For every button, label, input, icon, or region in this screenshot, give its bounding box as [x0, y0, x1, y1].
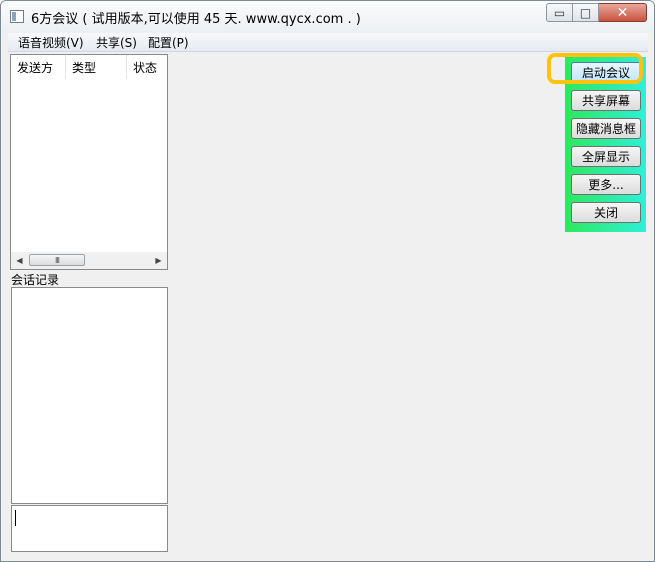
menu-audio-video[interactable]: 语音视频(V) — [18, 34, 84, 51]
maximize-button[interactable]: □ — [573, 3, 599, 22]
close-window-button[interactable]: ✕ — [599, 3, 647, 22]
action-button-panel: 启动会议 共享屏幕 隐藏消息框 全屏显示 更多... 关闭 — [547, 53, 646, 232]
scroll-right-icon[interactable]: ▶ — [150, 252, 167, 269]
maximize-icon: □ — [579, 5, 592, 20]
message-input[interactable] — [11, 505, 168, 552]
horizontal-scrollbar[interactable]: ◀ III ▶ — [11, 252, 167, 269]
window-title: 6方会议 ( 试用版本,可以使用 45 天. www.qycx.com . ) — [31, 12, 361, 27]
column-status[interactable]: 状态 — [127, 55, 167, 79]
hide-message-box-button[interactable]: 隐藏消息框 — [571, 118, 641, 139]
start-meeting-highlight — [547, 53, 643, 84]
caption-buttons: ▭ □ ✕ — [546, 3, 647, 23]
share-screen-button[interactable]: 共享屏幕 — [571, 90, 641, 111]
scroll-thumb[interactable]: III — [29, 254, 85, 266]
column-type[interactable]: 类型 — [66, 55, 127, 79]
menu-bar: 语音视频(V) 共享(S) 配置(P) — [8, 33, 648, 52]
more-button[interactable]: 更多... — [571, 174, 641, 195]
close-button[interactable]: 关闭 — [571, 202, 641, 223]
text-caret — [15, 510, 16, 526]
minimize-button[interactable]: ▭ — [546, 3, 573, 22]
title-bar[interactable]: 6方会议 ( 试用版本,可以使用 45 天. www.qycx.com . ) … — [1, 1, 654, 33]
minimize-icon: ▭ — [553, 5, 566, 20]
scroll-left-icon[interactable]: ◀ — [11, 252, 28, 269]
chat-log[interactable] — [11, 287, 168, 504]
fullscreen-button[interactable]: 全屏显示 — [571, 146, 641, 167]
column-sender[interactable]: 发送方 — [11, 55, 66, 79]
window-app-icon[interactable] — [10, 10, 24, 23]
list-header: 发送方 类型 状态 — [11, 55, 167, 79]
client-area: 发送方 类型 状态 ◀ III ▶ 会话记录 启动会议 共享屏幕 隐藏消息框 全… — [8, 52, 648, 552]
menu-share[interactable]: 共享(S) — [96, 34, 137, 51]
chat-log-label: 会话记录 — [11, 273, 60, 287]
transfer-list[interactable]: 发送方 类型 状态 ◀ III ▶ — [10, 54, 168, 270]
menu-config[interactable]: 配置(P) — [148, 34, 189, 51]
app-window: 6方会议 ( 试用版本,可以使用 45 天. www.qycx.com . ) … — [0, 0, 655, 562]
close-icon: ✕ — [616, 4, 629, 21]
